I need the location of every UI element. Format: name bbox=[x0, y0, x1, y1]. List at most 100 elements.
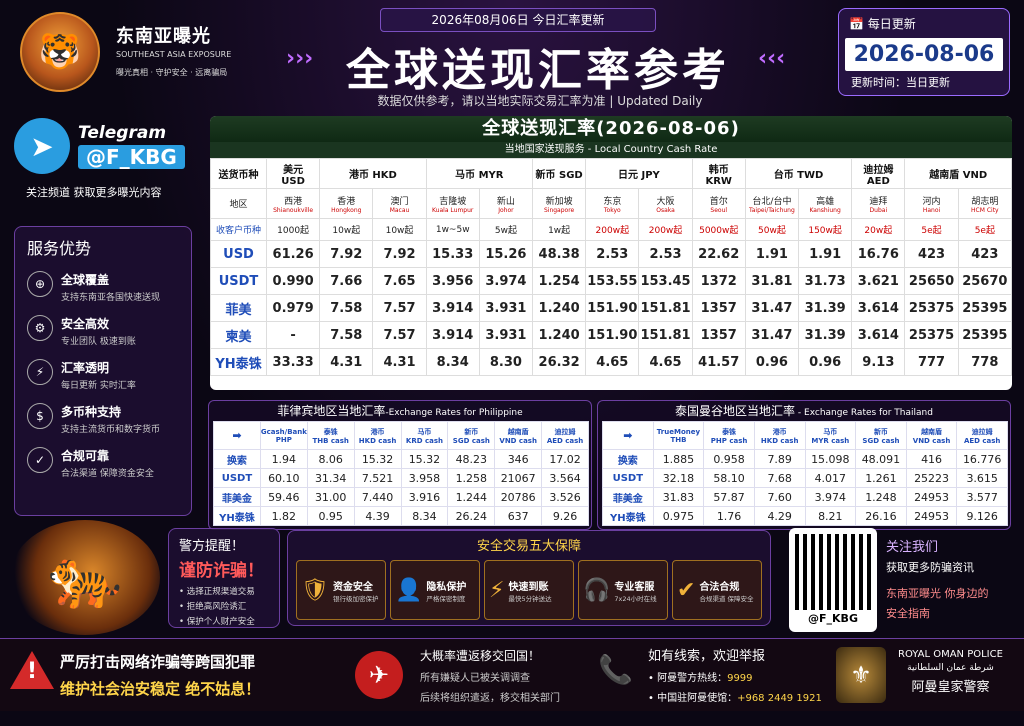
guarantee-text: 资金安全 银行级加密保护 bbox=[333, 578, 379, 603]
rate-cell: 153.45 bbox=[638, 267, 693, 295]
telegram-handle[interactable]: @F_KBG bbox=[78, 145, 185, 169]
telegram-block[interactable]: ➤ Telegram @F_KBG bbox=[14, 118, 185, 174]
rate-cell: 1.248 bbox=[855, 487, 907, 507]
qr-card[interactable]: @F_KBG bbox=[789, 528, 877, 632]
rate-cell: 3.614 bbox=[851, 321, 906, 349]
page-subline: 数据仅供参考，请以当地实际交易汇率为准 | Updated Daily bbox=[377, 94, 703, 108]
min-cell: 10w起 bbox=[319, 218, 374, 241]
qr-code-icon[interactable] bbox=[795, 534, 871, 610]
telegram-icon[interactable]: ➤ bbox=[14, 118, 70, 174]
min-cell: 1w起 bbox=[532, 218, 587, 241]
guarantee-panel: 安全交易五大保障 🛡 资金安全 银行级加密保护 👤 隐私保护 严格保密制度 ⚡ 快速到账 最快5… bbox=[287, 530, 771, 626]
city-en: Hongkong bbox=[331, 206, 362, 214]
city-cell: 迪拜 Dubai bbox=[851, 188, 906, 219]
service-sub: 支持主流货币和数字货币 bbox=[61, 425, 161, 435]
hotline-value[interactable]: 9999 bbox=[727, 673, 752, 684]
currency-icon: $ bbox=[27, 403, 53, 429]
row-label: 菲美 bbox=[210, 294, 267, 322]
rate-cell: 8.34 bbox=[400, 506, 449, 526]
rate-cell: 3.931 bbox=[478, 294, 534, 322]
city-cn: 高雄 bbox=[816, 196, 835, 207]
city-cell: 台北/台中 Taipei/Taichung bbox=[744, 188, 800, 219]
ph-table-title: 菲律宾地区当地汇率-Exchange Rates for Philippine bbox=[209, 401, 591, 421]
city-cell: 新山 Johor bbox=[478, 188, 534, 219]
rate-cell: 3.914 bbox=[425, 294, 480, 322]
service-text: 合规可靠 合法渠道 保障资金安全 bbox=[61, 447, 154, 479]
shield-check-icon: ✓ bbox=[27, 447, 53, 473]
rate-cell: 7.68 bbox=[753, 468, 806, 488]
rate-cell: 4.29 bbox=[753, 506, 806, 526]
phone-icon: 📞 bbox=[598, 653, 633, 686]
table-row: YH泰铢 0.975 1.76 4.29 8.21 26.16 24953 9.126 bbox=[602, 506, 1008, 526]
row-label: USD bbox=[210, 240, 267, 268]
col-header: 港币 HKD cash bbox=[753, 421, 806, 450]
min-row-label: 收客户币种 bbox=[210, 218, 267, 241]
rate-cell: 48.23 bbox=[447, 449, 496, 469]
rate-cell: 778 bbox=[957, 348, 1012, 376]
main-table-title: 全球送现汇率(2026-08-06) bbox=[210, 116, 1012, 142]
city-en: Johor bbox=[498, 206, 514, 214]
rate-cell: 7.58 bbox=[319, 294, 374, 322]
min-cell: 1w~5w bbox=[425, 218, 480, 241]
rate-cell: 25223 bbox=[905, 468, 958, 488]
min-cell: 5000w起 bbox=[691, 218, 746, 241]
rate-cell: 26.32 bbox=[532, 348, 587, 376]
rate-cell: 3.564 bbox=[541, 468, 589, 488]
footer: ! 严厉打击网络诈骗等跨国犯罪 维护社会治安稳定 绝不姑息！ ✈ 大概率遭返移交… bbox=[0, 638, 1024, 711]
arrow-icon: ➡ bbox=[213, 421, 261, 450]
table-row: 菲美金 31.83 57.87 7.60 3.974 1.248 24953 3.577 bbox=[602, 487, 1008, 507]
th_table-header-row: ➡ TrueMoney THB 泰铢 PHP cash 港币 HKD cash 马币 M… bbox=[602, 421, 1008, 450]
rate-cell: 9.26 bbox=[541, 506, 589, 526]
rate-cell: 32.18 bbox=[652, 468, 705, 488]
currency-header: 台币 TWD bbox=[744, 158, 853, 189]
min-cell: 5e起 bbox=[904, 218, 959, 241]
footer-left: 严厉打击网络诈骗等跨国犯罪 维护社会治安稳定 绝不姑息！ bbox=[60, 639, 260, 712]
person-icon: 👤 bbox=[395, 577, 423, 603]
date-box-update: 更新时间：当日更新 bbox=[851, 76, 950, 89]
table-row: 换索 1.94 8.06 15.32 15.32 48.23 346 17.02 bbox=[213, 449, 589, 469]
service-title: 安全高效 bbox=[61, 317, 110, 331]
col-header: 新币 SGD cash bbox=[855, 421, 907, 450]
follow-sub: 获取更多防骗资讯 bbox=[886, 561, 974, 574]
city-row-label: 地区 bbox=[210, 188, 267, 219]
footer-hotline: • 阿曼警方热线：9999 bbox=[648, 669, 822, 684]
warning-panel: 警方提醒！ 谨防诈骗！ • 选择正规渠道交易 • 拒绝高风险诱汇 • 保护个人财产安… bbox=[168, 528, 280, 628]
city-en: Macau bbox=[389, 206, 410, 214]
table-row: 菲美 0.979 7.58 7.57 3.914 3.931 1.240 151.90 151.… bbox=[210, 294, 1012, 322]
service-title: 汇率透明 bbox=[61, 361, 110, 375]
rate-cell: 25650 bbox=[904, 267, 959, 295]
city-en: Osaka bbox=[656, 206, 675, 214]
embassy-label: • 中国驻阿曼使馆： bbox=[648, 693, 738, 704]
date-box-date: 2026-08-06 bbox=[845, 38, 1003, 71]
city-row: 地区 西港 Shianoukville 香港 Hongkong 澳门 Macau 吉隆坡 Kua… bbox=[210, 188, 1012, 219]
follow-title: 关注我们 bbox=[886, 540, 939, 555]
qr-handle: @F_KBG bbox=[808, 612, 858, 625]
rate-cell: 7.58 bbox=[319, 321, 374, 349]
city-cell: 新加坡 Singapore bbox=[532, 188, 587, 219]
rate-cell: 153.55 bbox=[585, 267, 640, 295]
embassy-value[interactable]: +968 2449 1921 bbox=[737, 693, 822, 704]
guarantee-item: ⚡ 快速到账 最快5分钟送达 bbox=[484, 560, 574, 620]
min-cell: 50w起 bbox=[744, 218, 800, 241]
rate-cell: 0.96 bbox=[744, 348, 800, 376]
table-row: USDT 32.18 58.10 7.68 4.017 1.261 25223 3.615 bbox=[602, 468, 1008, 488]
rate-cell: 0.990 bbox=[265, 267, 321, 295]
currency-header: 韩币 KRW bbox=[691, 158, 746, 189]
rate-cell: 151.81 bbox=[638, 321, 693, 349]
col-header: TrueMoney THB bbox=[652, 421, 705, 450]
th-table-title: 泰国曼谷地区当地汇率 - Exchange Rates for Thailand bbox=[598, 401, 1010, 421]
city-cn: 新山 bbox=[496, 196, 515, 207]
footer-right: 如有线索，欢迎举报 • 阿曼警方热线：9999 • 中国驻阿曼使馆：+968 2… bbox=[648, 639, 822, 712]
col-header: 泰铢 PHP cash bbox=[703, 421, 755, 450]
currency-header: 马币 MYR bbox=[425, 158, 534, 189]
guarantee-sub: 合规渠道 保障安全 bbox=[699, 594, 754, 603]
airplane-icon: ✈ bbox=[355, 651, 403, 699]
guarantee-title: 合法合规 bbox=[699, 581, 740, 593]
ph-rate-table: ➡ Gcash/Bank PHP 泰铢 THB cash 港币 HKD cash 马币 … bbox=[213, 421, 589, 526]
warning-item-text: 保护个人财产安全 bbox=[186, 617, 255, 627]
brand-block: 东南亚曝光 SOUTHEAST ASIA EXPOSURE 曝光真相 · 守护安… bbox=[116, 22, 231, 78]
min-cell: 20w起 bbox=[851, 218, 906, 241]
row-label: 菲美金 bbox=[213, 487, 261, 507]
rate-cell: 15.32 bbox=[353, 449, 402, 469]
row-label: YH泰铢 bbox=[213, 506, 261, 526]
